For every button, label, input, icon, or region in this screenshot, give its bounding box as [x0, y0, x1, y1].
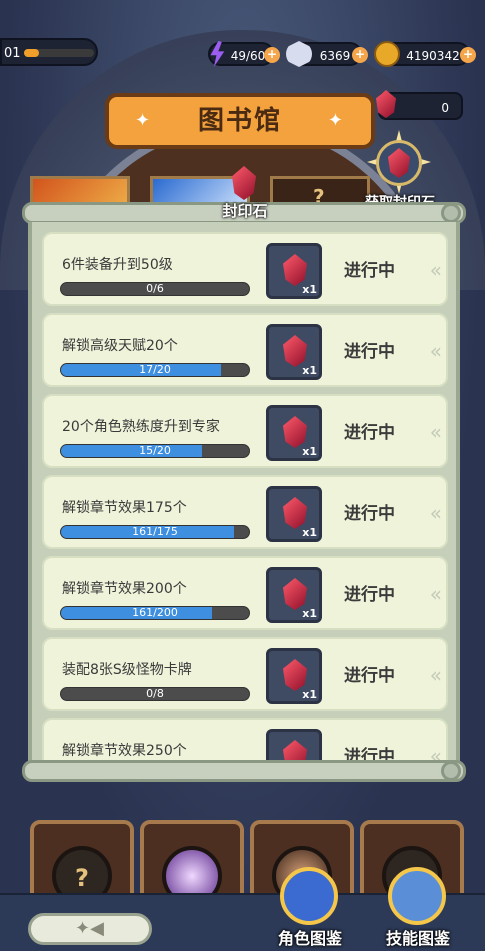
task-row[interactable]: 6件装备升到50级 0/6 x1 进行中 «	[42, 232, 448, 306]
reward-slot[interactable]: x1	[266, 243, 322, 299]
seal-stone-icon	[283, 740, 307, 762]
page-title-banner: ✦ 图书馆 ✦	[105, 93, 375, 149]
sparkle-icon: ✦	[135, 110, 153, 131]
player-level[interactable]: 01	[0, 38, 98, 66]
reward-count: x1	[302, 526, 317, 539]
seal-stone-tab-label: 封印石	[222, 202, 268, 220]
seal-stone-icon	[283, 578, 307, 610]
task-status: 进行中	[344, 666, 395, 686]
task-row[interactable]: 20个角色熟练度升到专家 15/20 x1 进行中 «	[42, 394, 448, 468]
resource-bar: 01 49/60 + 6369 + 4190342 +	[0, 38, 485, 72]
skill-icon	[388, 867, 446, 925]
character-codex-label: 角色图鉴	[277, 929, 342, 948]
task-row[interactable]: 解锁章节效果250个 进行中 «	[42, 718, 448, 762]
reward-count: x1	[302, 688, 317, 701]
seal-stone-icon	[283, 254, 307, 286]
seal-stone-icon	[283, 416, 307, 448]
seal-stone-icon	[376, 90, 396, 118]
seal-emblem	[376, 140, 422, 186]
chevron-left-icon: «	[429, 582, 442, 606]
sparkle-icon: ✦	[327, 110, 345, 131]
reward-count: x1	[302, 607, 317, 620]
task-progress-bar: 17/20	[60, 363, 250, 377]
character-codex-button[interactable]: 角色图鉴	[270, 867, 350, 948]
reward-count: x1	[302, 283, 317, 296]
task-progress-bar: 15/20	[60, 444, 250, 458]
energy-value: 49/60	[230, 49, 266, 63]
reward-slot[interactable]	[266, 729, 322, 762]
seal-stone-icon	[283, 497, 307, 529]
back-button[interactable]: ✦◀	[28, 913, 152, 945]
skill-codex-button[interactable]: 技能图鉴	[378, 867, 458, 948]
scroll-bottom-rod	[22, 760, 466, 782]
task-progress-bar: 0/6	[60, 282, 250, 296]
task-title: 装配8张S级怪物卡牌	[62, 662, 192, 678]
task-status: 进行中	[344, 423, 395, 443]
page-title: 图书馆	[197, 106, 282, 136]
task-row[interactable]: 解锁章节效果175个 161/175 x1 进行中 «	[42, 475, 448, 549]
task-progress-bar: 161/175	[60, 525, 250, 539]
task-status: 进行中	[344, 747, 395, 762]
energy-counter[interactable]: 49/60 +	[208, 41, 280, 67]
reward-slot[interactable]: x1	[266, 648, 322, 704]
task-title: 解锁章节效果200个	[62, 581, 187, 597]
reward-slot[interactable]: x1	[266, 486, 322, 542]
chevron-left-icon: «	[429, 339, 442, 363]
seal-stone-counter: 0	[376, 90, 463, 120]
seal-stone-count: 0	[441, 101, 449, 115]
arrow-left-icon: ✦◀	[75, 918, 104, 939]
task-title: 6件装备升到50级	[62, 257, 173, 273]
task-row[interactable]: 解锁高级天赋20个 17/20 x1 进行中 «	[42, 313, 448, 387]
gold-counter[interactable]: 4190342 +	[374, 41, 476, 67]
question-icon: ?	[75, 864, 89, 892]
task-progress-bar: 0/8	[60, 687, 250, 701]
character-icon	[280, 867, 338, 925]
bottom-nav: ✦◀ 角色图鉴 技能图鉴	[0, 867, 485, 951]
task-progress-text: 15/20	[139, 444, 171, 457]
reward-count: x1	[302, 364, 317, 377]
gold-coin-icon	[374, 41, 400, 67]
task-title: 解锁章节效果175个	[62, 500, 187, 516]
task-progress-text: 161/175	[132, 525, 178, 538]
exp-bar	[24, 49, 94, 57]
task-status: 进行中	[344, 342, 395, 362]
task-title: 20个角色熟练度升到专家	[62, 419, 220, 435]
scroll-knob-icon	[441, 203, 461, 223]
task-progress-text: 0/6	[146, 282, 164, 295]
chevron-left-icon: «	[429, 663, 442, 687]
task-status: 进行中	[344, 585, 395, 605]
task-progress-text: 0/8	[146, 687, 164, 700]
chevron-left-icon: «	[429, 420, 442, 444]
task-progress-text: 17/20	[139, 363, 171, 376]
chevron-left-icon: «	[429, 501, 442, 525]
crystal-counter[interactable]: 6369 +	[286, 41, 368, 67]
task-progress-text: 161/200	[132, 606, 178, 619]
scroll-knob-icon	[441, 761, 461, 781]
task-title: 解锁高级天赋20个	[62, 338, 178, 354]
task-list-panel[interactable]: 6件装备升到50级 0/6 x1 进行中 « 解锁高级天赋20个 17/20 x…	[28, 222, 460, 762]
task-title: 解锁章节效果250个	[62, 743, 187, 759]
reward-slot[interactable]: x1	[266, 324, 322, 380]
skill-codex-label: 技能图鉴	[385, 929, 450, 948]
seal-stone-icon	[388, 148, 410, 178]
add-crystal-icon[interactable]: +	[352, 47, 368, 63]
task-row[interactable]: 装配8张S级怪物卡牌 0/8 x1 进行中 «	[42, 637, 448, 711]
task-status: 进行中	[344, 261, 395, 281]
add-gold-icon[interactable]: +	[460, 47, 476, 63]
crystal-icon	[286, 41, 312, 67]
reward-slot[interactable]: x1	[266, 567, 322, 623]
reward-count: x1	[302, 445, 317, 458]
seal-stone-icon	[283, 335, 307, 367]
task-row[interactable]: 解锁章节效果200个 161/200 x1 进行中 «	[42, 556, 448, 630]
reward-slot[interactable]: x1	[266, 405, 322, 461]
task-progress-bar: 161/200	[60, 606, 250, 620]
chevron-left-icon: «	[429, 258, 442, 282]
level-text: 01	[4, 46, 21, 61]
add-energy-icon[interactable]: +	[264, 47, 280, 63]
task-status: 进行中	[344, 504, 395, 524]
seal-stone-icon	[283, 659, 307, 691]
